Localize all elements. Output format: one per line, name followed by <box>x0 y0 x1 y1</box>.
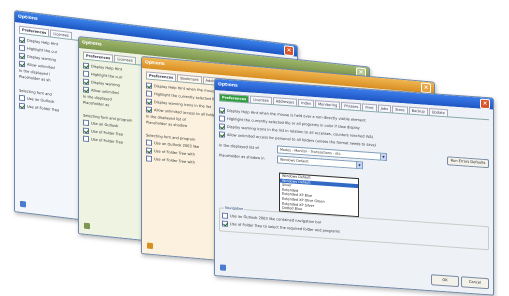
list-label: In the displayed list of <box>219 142 259 150</box>
checkbox[interactable] <box>219 123 225 130</box>
tab-store[interactable]: Store <box>392 105 408 114</box>
tab-jobs[interactable]: Jobs <box>377 104 392 113</box>
option-label: Use an Outlook <box>91 121 119 129</box>
tab-print[interactable]: Print <box>362 103 377 112</box>
tab-preferences[interactable]: Preferences <box>83 51 114 62</box>
radio[interactable] <box>19 94 25 102</box>
radio[interactable] <box>83 119 89 127</box>
radio[interactable] <box>222 220 228 227</box>
radio[interactable] <box>83 127 89 135</box>
option-label: Allow unlimited <box>91 88 119 96</box>
radio[interactable] <box>146 155 152 162</box>
cancel-button[interactable]: Cancel <box>461 276 489 290</box>
group-label: Navigation <box>224 205 245 212</box>
option-label: Use of Folder Tree <box>91 129 124 137</box>
option-label: Display warning <box>91 80 120 88</box>
radio[interactable] <box>83 135 89 143</box>
close-icon[interactable]: × <box>284 44 294 56</box>
options-window-front: Options × Preferences Licenses Addresses… <box>214 78 494 296</box>
checkbox[interactable] <box>83 78 89 86</box>
checkbox[interactable] <box>83 70 89 78</box>
tab-update[interactable]: Update <box>428 108 448 117</box>
radio[interactable] <box>222 212 228 219</box>
option-label: Use an Outlook <box>27 96 55 104</box>
help-icon[interactable] <box>84 222 90 230</box>
option-label: Use of Folder Tree with <box>154 149 195 157</box>
checkbox[interactable] <box>146 82 152 89</box>
checkbox[interactable] <box>146 90 152 97</box>
radio[interactable] <box>146 139 152 146</box>
radio[interactable] <box>19 102 25 110</box>
tab-licenses[interactable]: Licenses <box>50 29 72 40</box>
tab-preferences[interactable]: Preferences <box>146 71 177 82</box>
tab-preferences[interactable]: Preferences <box>219 93 250 103</box>
checkbox[interactable] <box>19 36 25 44</box>
radio[interactable] <box>146 147 152 154</box>
tab-licenses[interactable]: Licenses <box>114 54 136 65</box>
checkbox[interactable] <box>83 62 89 70</box>
tab-phrases[interactable]: Phrases <box>341 101 362 111</box>
placeholder-label: Placeholder as shadow in <box>219 153 265 161</box>
checkbox[interactable] <box>146 98 152 105</box>
checkbox[interactable] <box>19 52 25 60</box>
option-label: Highlight the curr <box>91 72 123 80</box>
placeholder-dropdown-list[interactable]: Windows Default Windows Default Silver E… <box>279 172 359 217</box>
defaults-button[interactable]: Run Errors Defaults <box>447 156 489 169</box>
checkbox[interactable] <box>19 60 25 68</box>
help-icon[interactable] <box>147 242 153 250</box>
tab-bookmark[interactable]: Bookmark <box>177 74 202 84</box>
chevron-down-icon: ▼ <box>380 153 386 160</box>
checkbox[interactable] <box>146 106 152 113</box>
checkbox[interactable] <box>83 86 89 94</box>
placeholder-select-value: Windows Default <box>280 157 309 164</box>
checkbox[interactable] <box>19 44 25 52</box>
tab-addresses[interactable]: Addresses <box>272 97 298 106</box>
option-label: Use of Folder Tree <box>27 104 60 113</box>
help-icon[interactable] <box>20 200 26 208</box>
checkbox[interactable] <box>219 107 225 114</box>
option-label: Display warning <box>27 54 56 63</box>
option-label: Use of Folder Tree with <box>154 157 195 165</box>
option-label: Allow unlimited <box>27 62 55 70</box>
tab-licenses[interactable]: Licenses <box>250 95 272 105</box>
checkbox[interactable] <box>219 131 225 138</box>
option-label: Highlight the cur <box>27 46 58 55</box>
option-label: Use of Folder Tree <box>91 137 124 145</box>
ok-button[interactable]: OK <box>431 274 459 288</box>
close-icon[interactable]: × <box>421 81 431 93</box>
tab-preferences[interactable]: Preferences <box>19 25 50 37</box>
checkbox[interactable] <box>219 115 225 122</box>
close-icon[interactable]: × <box>480 98 490 109</box>
option-label: Display Help Hint <box>91 64 123 72</box>
list-select-value: Modes - Monitor - Transactions - etc. <box>280 147 342 156</box>
tab-index[interactable]: Index <box>298 98 315 107</box>
tab-backup[interactable]: Backup <box>408 106 428 115</box>
help-icon[interactable] <box>220 264 226 271</box>
option-label: Placeholder as <box>83 100 110 108</box>
chevron-down-icon: ▼ <box>356 161 362 169</box>
tab-monitoring[interactable]: Monitoring <box>315 100 341 109</box>
